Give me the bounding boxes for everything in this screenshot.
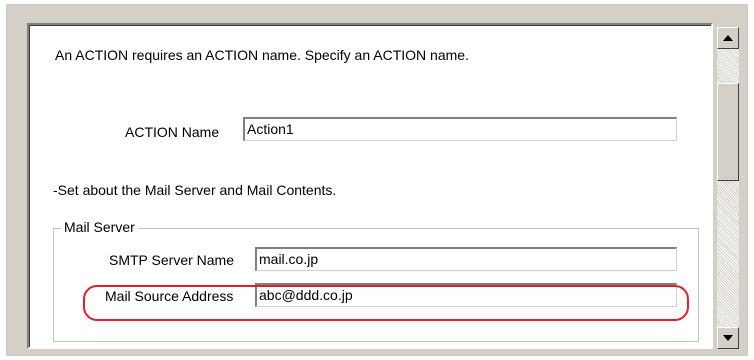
scroll-down-arrow-icon bbox=[723, 335, 733, 341]
scroll-thumb[interactable] bbox=[717, 83, 739, 181]
scroll-down-button[interactable] bbox=[717, 327, 739, 349]
scroll-up-button[interactable] bbox=[717, 27, 739, 49]
scroll-up-arrow-icon bbox=[723, 35, 733, 41]
mail-section-text: -Set about the Mail Server and Mail Cont… bbox=[53, 182, 337, 198]
highlight-ring bbox=[83, 285, 689, 321]
action-name-input[interactable]: Action1 bbox=[243, 117, 677, 141]
vertical-scrollbar[interactable] bbox=[717, 27, 739, 349]
action-name-label: ACTION Name bbox=[125, 124, 220, 140]
mail-server-group-title: Mail Server bbox=[61, 219, 138, 235]
settings-panel: An ACTION requires an ACTION name. Speci… bbox=[27, 23, 713, 349]
smtp-server-input[interactable]: mail.co.jp bbox=[255, 247, 677, 271]
smtp-server-label: SMTP Server Name bbox=[109, 252, 234, 268]
intro-text: An ACTION requires an ACTION name. Speci… bbox=[55, 47, 469, 63]
dialog-window: An ACTION requires an ACTION name. Speci… bbox=[6, 4, 748, 356]
